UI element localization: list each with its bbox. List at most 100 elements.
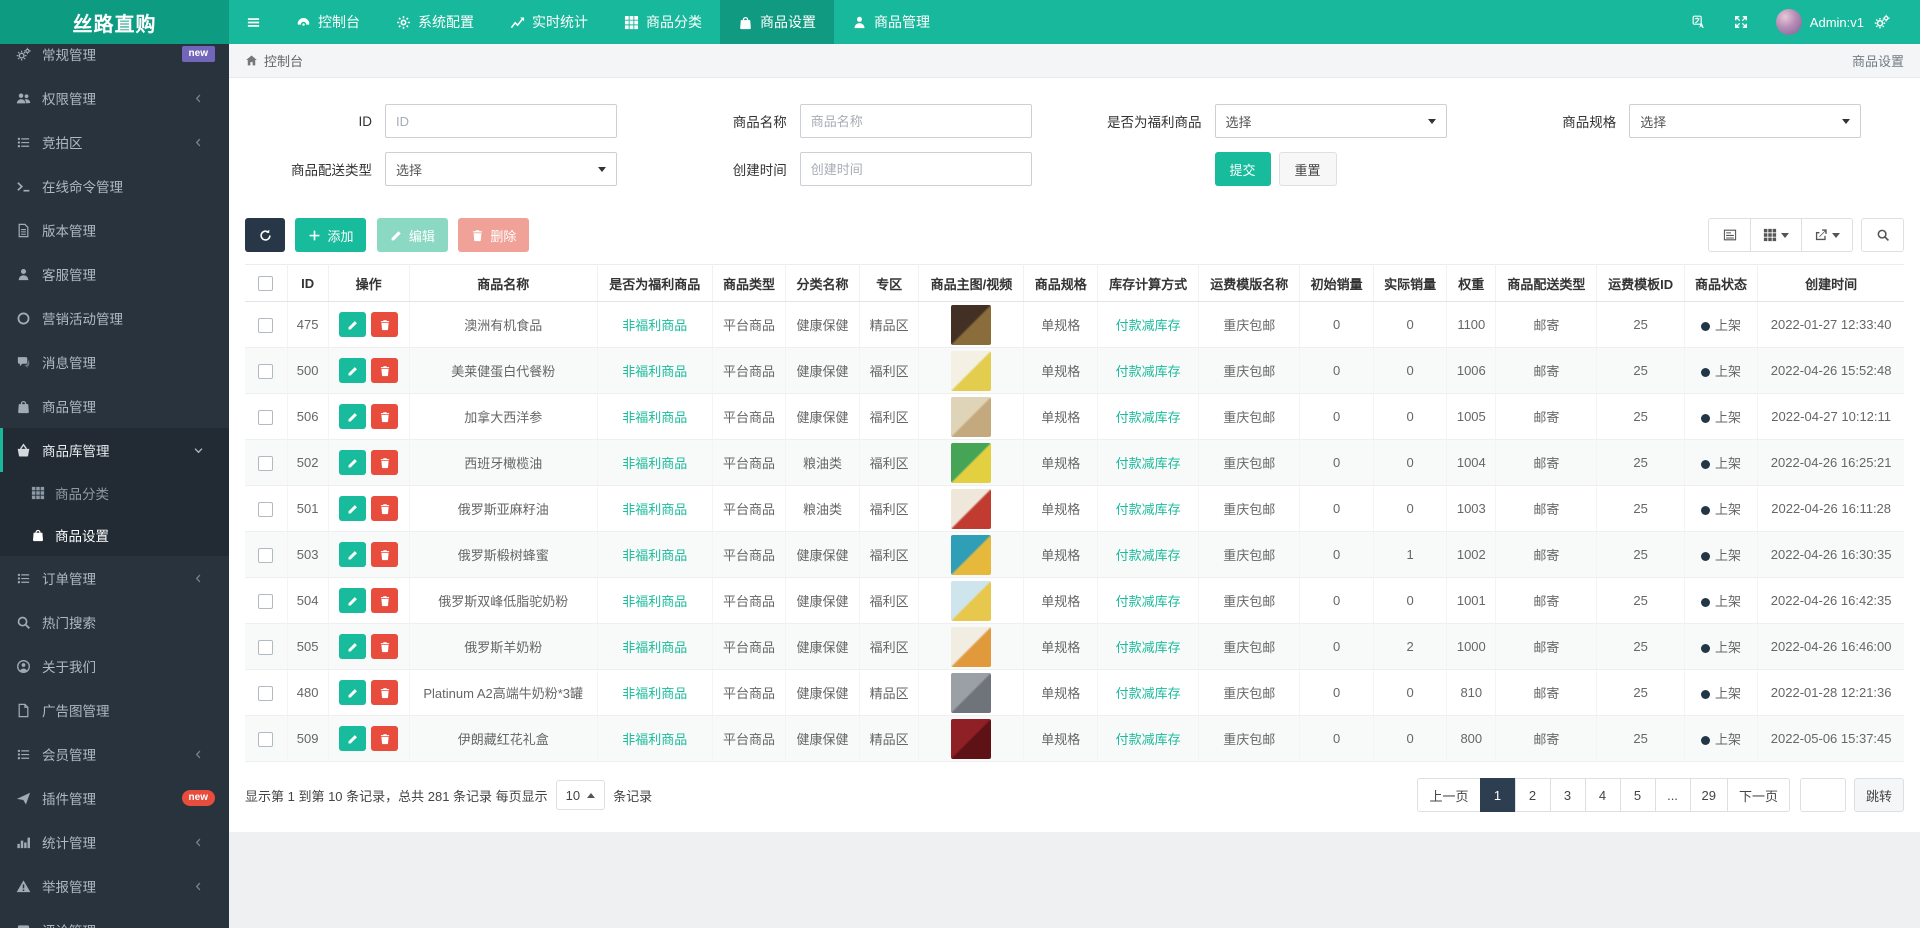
nav-item-system-config[interactable]: 系统配置: [378, 0, 492, 44]
row-checkbox[interactable]: [258, 409, 274, 425]
product-image[interactable]: [951, 580, 992, 621]
reset-button[interactable]: 重置: [1278, 152, 1337, 186]
name-filter-input[interactable]: [799, 104, 1032, 138]
sidebar-item-member-management[interactable]: 会员管理: [0, 732, 229, 776]
row-edit-button[interactable]: [339, 404, 367, 429]
row-checkbox[interactable]: [258, 455, 274, 471]
delivery-filter-select[interactable]: 选择: [385, 152, 617, 186]
id-filter-input[interactable]: [385, 104, 617, 138]
nav-item-product-settings[interactable]: 商品设置: [720, 0, 834, 44]
jump-button[interactable]: 跳转: [1853, 778, 1904, 812]
sidebar-item-message-management[interactable]: 消息管理: [0, 340, 229, 384]
row-delete-button[interactable]: [371, 450, 399, 475]
sidebar-item-permission-management[interactable]: 权限管理: [0, 76, 229, 120]
fullscreen-button[interactable]: [1720, 15, 1762, 29]
columns-toggle-button[interactable]: [1750, 218, 1802, 252]
pager-page-5[interactable]: 5: [1619, 778, 1656, 812]
translate-button[interactable]: [1678, 15, 1720, 29]
row-edit-button[interactable]: [339, 358, 367, 383]
pager-ellipsis[interactable]: ...: [1654, 778, 1691, 812]
product-image[interactable]: [951, 350, 992, 391]
user-menu[interactable]: Admin:v1: [1762, 9, 1904, 35]
row-delete-button[interactable]: [371, 358, 399, 383]
pager-page-2[interactable]: 2: [1514, 778, 1551, 812]
nav-item-product-management[interactable]: 商品管理: [834, 0, 948, 44]
sidebar-item-ad-image-management[interactable]: 广告图管理: [0, 688, 229, 732]
product-image[interactable]: [951, 442, 992, 483]
sidebar-item-regular-management[interactable]: 常规管理 new: [0, 44, 229, 76]
sidebar-item-product-management[interactable]: 商品管理: [0, 384, 229, 428]
page-size-select[interactable]: 10: [555, 780, 606, 810]
row-checkbox[interactable]: [258, 317, 274, 333]
detail-view-button[interactable]: [1708, 218, 1751, 252]
cogs-icon[interactable]: [1874, 14, 1890, 30]
row-delete-button[interactable]: [371, 312, 399, 337]
pager-page-3[interactable]: 3: [1549, 778, 1586, 812]
row-edit-button[interactable]: [339, 726, 367, 751]
sidebar-item-report-management[interactable]: 举报管理: [0, 864, 229, 908]
add-button[interactable]: 添加: [295, 218, 367, 252]
submit-button[interactable]: 提交: [1214, 152, 1271, 186]
refresh-button[interactable]: [245, 218, 285, 252]
row-checkbox[interactable]: [258, 639, 274, 655]
sidebar-item-product-repo-management[interactable]: 商品库管理: [0, 428, 229, 472]
sidebar-item-hot-search[interactable]: 热门搜索: [0, 600, 229, 644]
nav-item-realtime-stats[interactable]: 实时统计: [492, 0, 606, 44]
product-image[interactable]: [951, 534, 992, 575]
row-checkbox[interactable]: [258, 731, 274, 747]
row-edit-button[interactable]: [339, 312, 367, 337]
pager-prev[interactable]: 上一页: [1417, 778, 1481, 812]
welfare-filter-select[interactable]: 选择: [1214, 104, 1447, 138]
sidebar-item-version-management[interactable]: 版本管理: [0, 208, 229, 252]
pager-page-29[interactable]: 29: [1689, 778, 1728, 812]
product-image[interactable]: [951, 718, 992, 759]
pager-page-1[interactable]: 1: [1479, 778, 1516, 812]
nav-item-product-category[interactable]: 商品分类: [606, 0, 720, 44]
row-edit-button[interactable]: [339, 450, 367, 475]
row-delete-button[interactable]: [371, 496, 399, 521]
row-checkbox[interactable]: [258, 363, 274, 379]
row-checkbox[interactable]: [258, 501, 274, 517]
sidebar-item-about-us[interactable]: 关于我们: [0, 644, 229, 688]
row-edit-button[interactable]: [339, 680, 367, 705]
row-edit-button[interactable]: [339, 496, 367, 521]
row-edit-button[interactable]: [339, 634, 367, 659]
sidebar-item-plugin-management[interactable]: 插件管理 new: [0, 776, 229, 820]
pager-next[interactable]: 下一页: [1726, 778, 1790, 812]
select-all-checkbox[interactable]: [258, 276, 274, 292]
search-toggle-button[interactable]: [1861, 218, 1904, 252]
row-delete-button[interactable]: [371, 404, 399, 429]
sidebar-item-comment-management[interactable]: 评论管理: [0, 908, 229, 928]
sidebar-item-online-command[interactable]: 在线命令管理: [0, 164, 229, 208]
user-name[interactable]: Admin:v1: [1802, 15, 1874, 30]
row-delete-button[interactable]: [371, 542, 399, 567]
row-delete-button[interactable]: [371, 680, 399, 705]
avatar[interactable]: [1775, 9, 1802, 35]
delete-button-toolbar[interactable]: 删除: [458, 218, 530, 252]
spec-filter-select[interactable]: 选择: [1629, 104, 1862, 138]
pager-page-4[interactable]: 4: [1584, 778, 1621, 812]
row-edit-button[interactable]: [339, 542, 367, 567]
product-image[interactable]: [951, 396, 992, 437]
row-delete-button[interactable]: [371, 588, 399, 613]
row-delete-button[interactable]: [371, 634, 399, 659]
product-image[interactable]: [951, 488, 992, 529]
sidebar-item-order-management[interactable]: 订单管理: [0, 556, 229, 600]
edit-button-toolbar[interactable]: 编辑: [376, 218, 448, 252]
sidebar-item-marketing-activity[interactable]: 营销活动管理: [0, 296, 229, 340]
sidebar-subitem-product-settings[interactable]: 商品设置: [0, 514, 229, 556]
product-image[interactable]: [951, 626, 992, 667]
breadcrumb-home[interactable]: 控制台: [264, 51, 303, 70]
sidebar-item-customer-service[interactable]: 客服管理: [0, 252, 229, 296]
export-button[interactable]: [1801, 218, 1853, 252]
row-delete-button[interactable]: [371, 726, 399, 751]
jump-page-input[interactable]: [1799, 778, 1846, 812]
row-checkbox[interactable]: [258, 593, 274, 609]
sidebar-item-stats-management[interactable]: 统计管理: [0, 820, 229, 864]
product-image[interactable]: [951, 304, 992, 345]
created-filter-input[interactable]: [799, 152, 1032, 186]
sidebar-subitem-product-category[interactable]: 商品分类: [0, 472, 229, 514]
sidebar-toggle[interactable]: [229, 0, 278, 44]
nav-item-dashboard[interactable]: 控制台: [278, 0, 378, 44]
sidebar-item-auction-zone[interactable]: 竞拍区: [0, 120, 229, 164]
